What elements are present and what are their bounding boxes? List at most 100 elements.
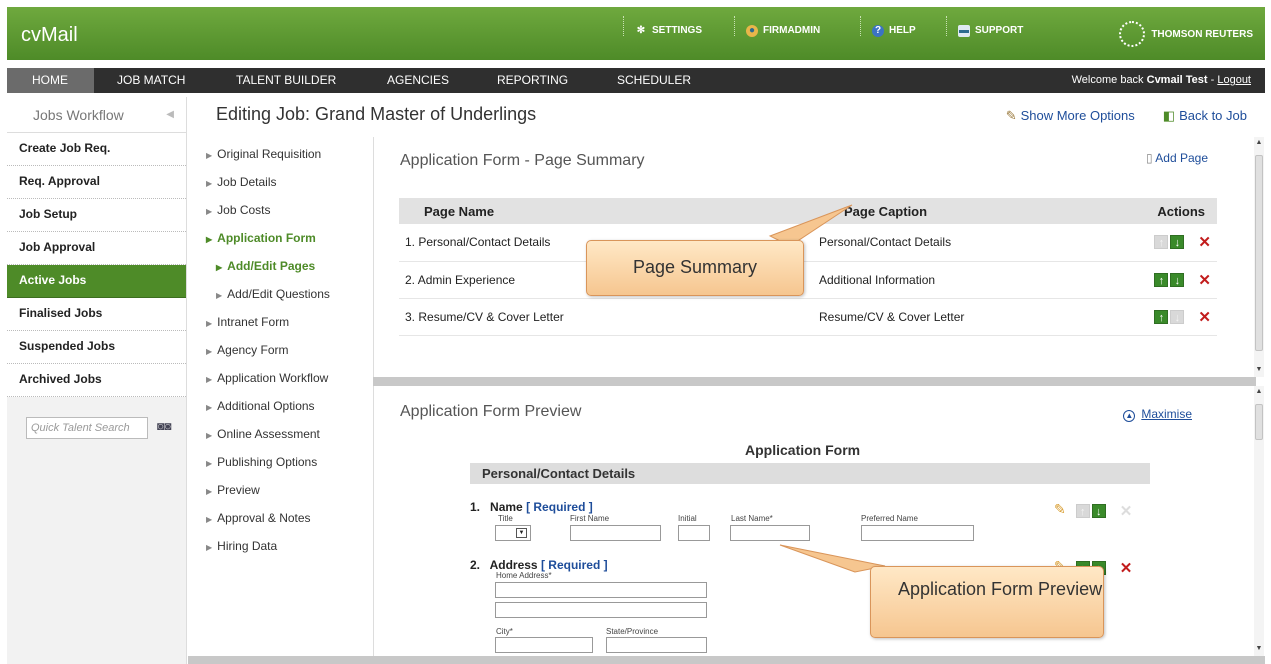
triangle-icon: ▶	[206, 179, 213, 188]
brand-label: THOMSON REUTERS	[1151, 28, 1253, 40]
add-page-label: Add Page	[1155, 151, 1208, 165]
summary-scrollbar[interactable]: ▲ ▼	[1254, 137, 1264, 377]
page-actions: ✎ Show More Options ◧ Back to Job	[1006, 108, 1247, 124]
move-down-icon[interactable]: ↓	[1170, 235, 1185, 250]
jobnav-add-edit-pages[interactable]: ▶ Add/Edit Pages	[196, 252, 371, 280]
jobnav-label: Add/Edit Questions	[227, 287, 330, 301]
jobnav-preview[interactable]: ▶ Preview	[196, 476, 371, 504]
home-address-line-2[interactable]	[495, 602, 707, 618]
jobnav-additional-options[interactable]: ▶ Additional Options	[196, 392, 371, 420]
sidebar-item-active-jobs[interactable]: Active Jobs	[7, 265, 186, 298]
preferred-name-input[interactable]	[861, 525, 974, 541]
col-page-caption: Page Caption	[819, 198, 1099, 224]
table-row: 2. Admin Experience Additional Informati…	[399, 261, 1217, 299]
field-label-title: Title	[498, 514, 513, 523]
scroll-down-icon[interactable]: ▼	[1254, 366, 1264, 373]
triangle-icon: ▶	[206, 235, 213, 244]
sidebar-item-finalised-jobs[interactable]: Finalised Jobs	[7, 298, 186, 331]
help-link[interactable]: ? HELP	[872, 24, 916, 38]
quick-talent-search-input[interactable]: Quick Talent Search	[26, 417, 148, 439]
logout-link[interactable]: Logout	[1217, 74, 1251, 86]
move-up-icon[interactable]: ↑	[1154, 272, 1169, 287]
move-up-icon[interactable]: ↑	[1154, 309, 1169, 324]
delete-icon[interactable]: ✕	[1198, 309, 1211, 326]
nav-home[interactable]: HOME	[7, 68, 94, 93]
sidebar-item-job-approval[interactable]: Job Approval	[7, 232, 186, 265]
sidebar-item-archived-jobs[interactable]: Archived Jobs	[7, 364, 186, 397]
user-name: Cvmail Test	[1146, 74, 1208, 86]
question-text: Name	[490, 500, 523, 514]
nav-job-match[interactable]: JOB MATCH	[117, 68, 185, 93]
first-name-input[interactable]	[570, 525, 661, 541]
nav-scheduler[interactable]: SCHEDULER	[617, 68, 691, 93]
show-more-options-link[interactable]: ✎ Show More Options	[1006, 108, 1135, 124]
support-label: SUPPORT	[975, 25, 1024, 36]
scroll-thumb[interactable]	[1255, 404, 1263, 440]
sidebar-title: Jobs Workflow	[33, 107, 124, 123]
jobnav-label: Add/Edit Pages	[227, 259, 316, 273]
jobnav-intranet-form[interactable]: ▶ Intranet Form	[196, 308, 371, 336]
city-input[interactable]	[495, 637, 593, 653]
scroll-thumb[interactable]	[1255, 155, 1263, 351]
table-header: Page Name Page Caption Actions	[399, 198, 1217, 224]
jobnav-hiring-data[interactable]: ▶ Hiring Data	[196, 532, 371, 560]
sidebar-item-req-approval[interactable]: Req. Approval	[7, 166, 186, 199]
state-input[interactable]	[606, 637, 707, 653]
move-down-icon: ↓	[1170, 309, 1185, 324]
triangle-icon: ▶	[206, 459, 213, 468]
preview-scrollbar[interactable]: ▲ ▼	[1254, 386, 1264, 656]
jobnav-add-edit-questions[interactable]: ▶ Add/Edit Questions	[196, 280, 371, 308]
jobnav-job-costs[interactable]: ▶ Job Costs	[196, 196, 371, 224]
home-address-line-1[interactable]	[495, 582, 707, 598]
add-page-link[interactable]: ▯ Add Page	[1146, 151, 1208, 165]
firmadmin-link[interactable]: ● FIRMADMIN	[746, 24, 820, 38]
row-name[interactable]: 3. Resume/CV & Cover Letter	[399, 298, 819, 336]
collapse-icon[interactable]: ◀	[166, 97, 174, 133]
preview-title: Application Form Preview	[400, 403, 582, 420]
initial-input[interactable]	[678, 525, 710, 541]
jobnav-job-details[interactable]: ▶ Job Details	[196, 168, 371, 196]
jobnav-publishing-options[interactable]: ▶ Publishing Options	[196, 448, 371, 476]
nav-reporting[interactable]: REPORTING	[497, 68, 568, 93]
scroll-down-icon[interactable]: ▼	[1254, 645, 1264, 652]
jobnav-label: Application Workflow	[217, 371, 329, 385]
page-title: Editing Job: Grand Master of Underlings	[216, 104, 537, 124]
jobnav-application-form[interactable]: ▶ Application Form	[196, 224, 371, 252]
sidebar-item-create-job-req[interactable]: Create Job Req.	[7, 133, 186, 166]
jobnav-original-requisition[interactable]: ▶ Original Requisition	[196, 140, 371, 168]
delete-icon[interactable]: ✕	[1120, 560, 1133, 577]
jobnav-application-workflow[interactable]: ▶ Application Workflow	[196, 364, 371, 392]
edit-pencil-icon[interactable]: ✎	[1054, 501, 1066, 517]
move-down-icon[interactable]: ↓	[1091, 503, 1106, 518]
delete-icon[interactable]: ✕	[1198, 234, 1211, 251]
last-name-input[interactable]	[730, 525, 810, 541]
settings-link[interactable]: ✻ SETTINGS	[635, 24, 702, 38]
sidebar-item-job-setup[interactable]: Job Setup	[7, 199, 186, 232]
move-down-icon[interactable]: ↓	[1170, 272, 1185, 287]
question-num: 2.	[470, 558, 481, 572]
delete-icon[interactable]: ✕	[1198, 272, 1211, 289]
title-select[interactable]: ▼	[495, 525, 531, 541]
support-link[interactable]: ▬ SUPPORT	[958, 24, 1023, 38]
jobnav-agency-form[interactable]: ▶ Agency Form	[196, 336, 371, 364]
scroll-up-icon[interactable]: ▲	[1254, 139, 1264, 146]
sidebar-item-suspended-jobs[interactable]: Suspended Jobs	[7, 331, 186, 364]
summary-title: Application Form - Page Summary	[400, 152, 645, 169]
jobnav-online-assessment[interactable]: ▶ Online Assessment	[196, 420, 371, 448]
move-up-icon: ↑	[1154, 235, 1169, 250]
nav-agencies[interactable]: AGENCIES	[387, 68, 449, 93]
required-tag: [ Required ]	[526, 500, 593, 514]
settings-label: SETTINGS	[652, 25, 703, 36]
jobnav-approval-notes[interactable]: ▶ Approval & Notes	[196, 504, 371, 532]
triangle-icon: ▶	[206, 151, 213, 160]
scroll-up-icon[interactable]: ▲	[1254, 388, 1264, 395]
maximise-label: Maximise	[1141, 407, 1192, 421]
maximise-link[interactable]: ▲ Maximise	[1123, 407, 1192, 422]
jobnav-label: Job Details	[217, 175, 277, 189]
application-form-preview-callout: Application Form Preview	[870, 566, 1104, 638]
binoculars-search-icon[interactable]: ◙◙	[157, 419, 172, 433]
back-to-job-link[interactable]: ◧ Back to Job	[1163, 108, 1247, 124]
nav-talent-builder[interactable]: TALENT BUILDER	[236, 68, 336, 93]
row-page-name: Resume/CV & Cover Letter	[418, 309, 564, 324]
panel-divider[interactable]	[373, 377, 1256, 386]
